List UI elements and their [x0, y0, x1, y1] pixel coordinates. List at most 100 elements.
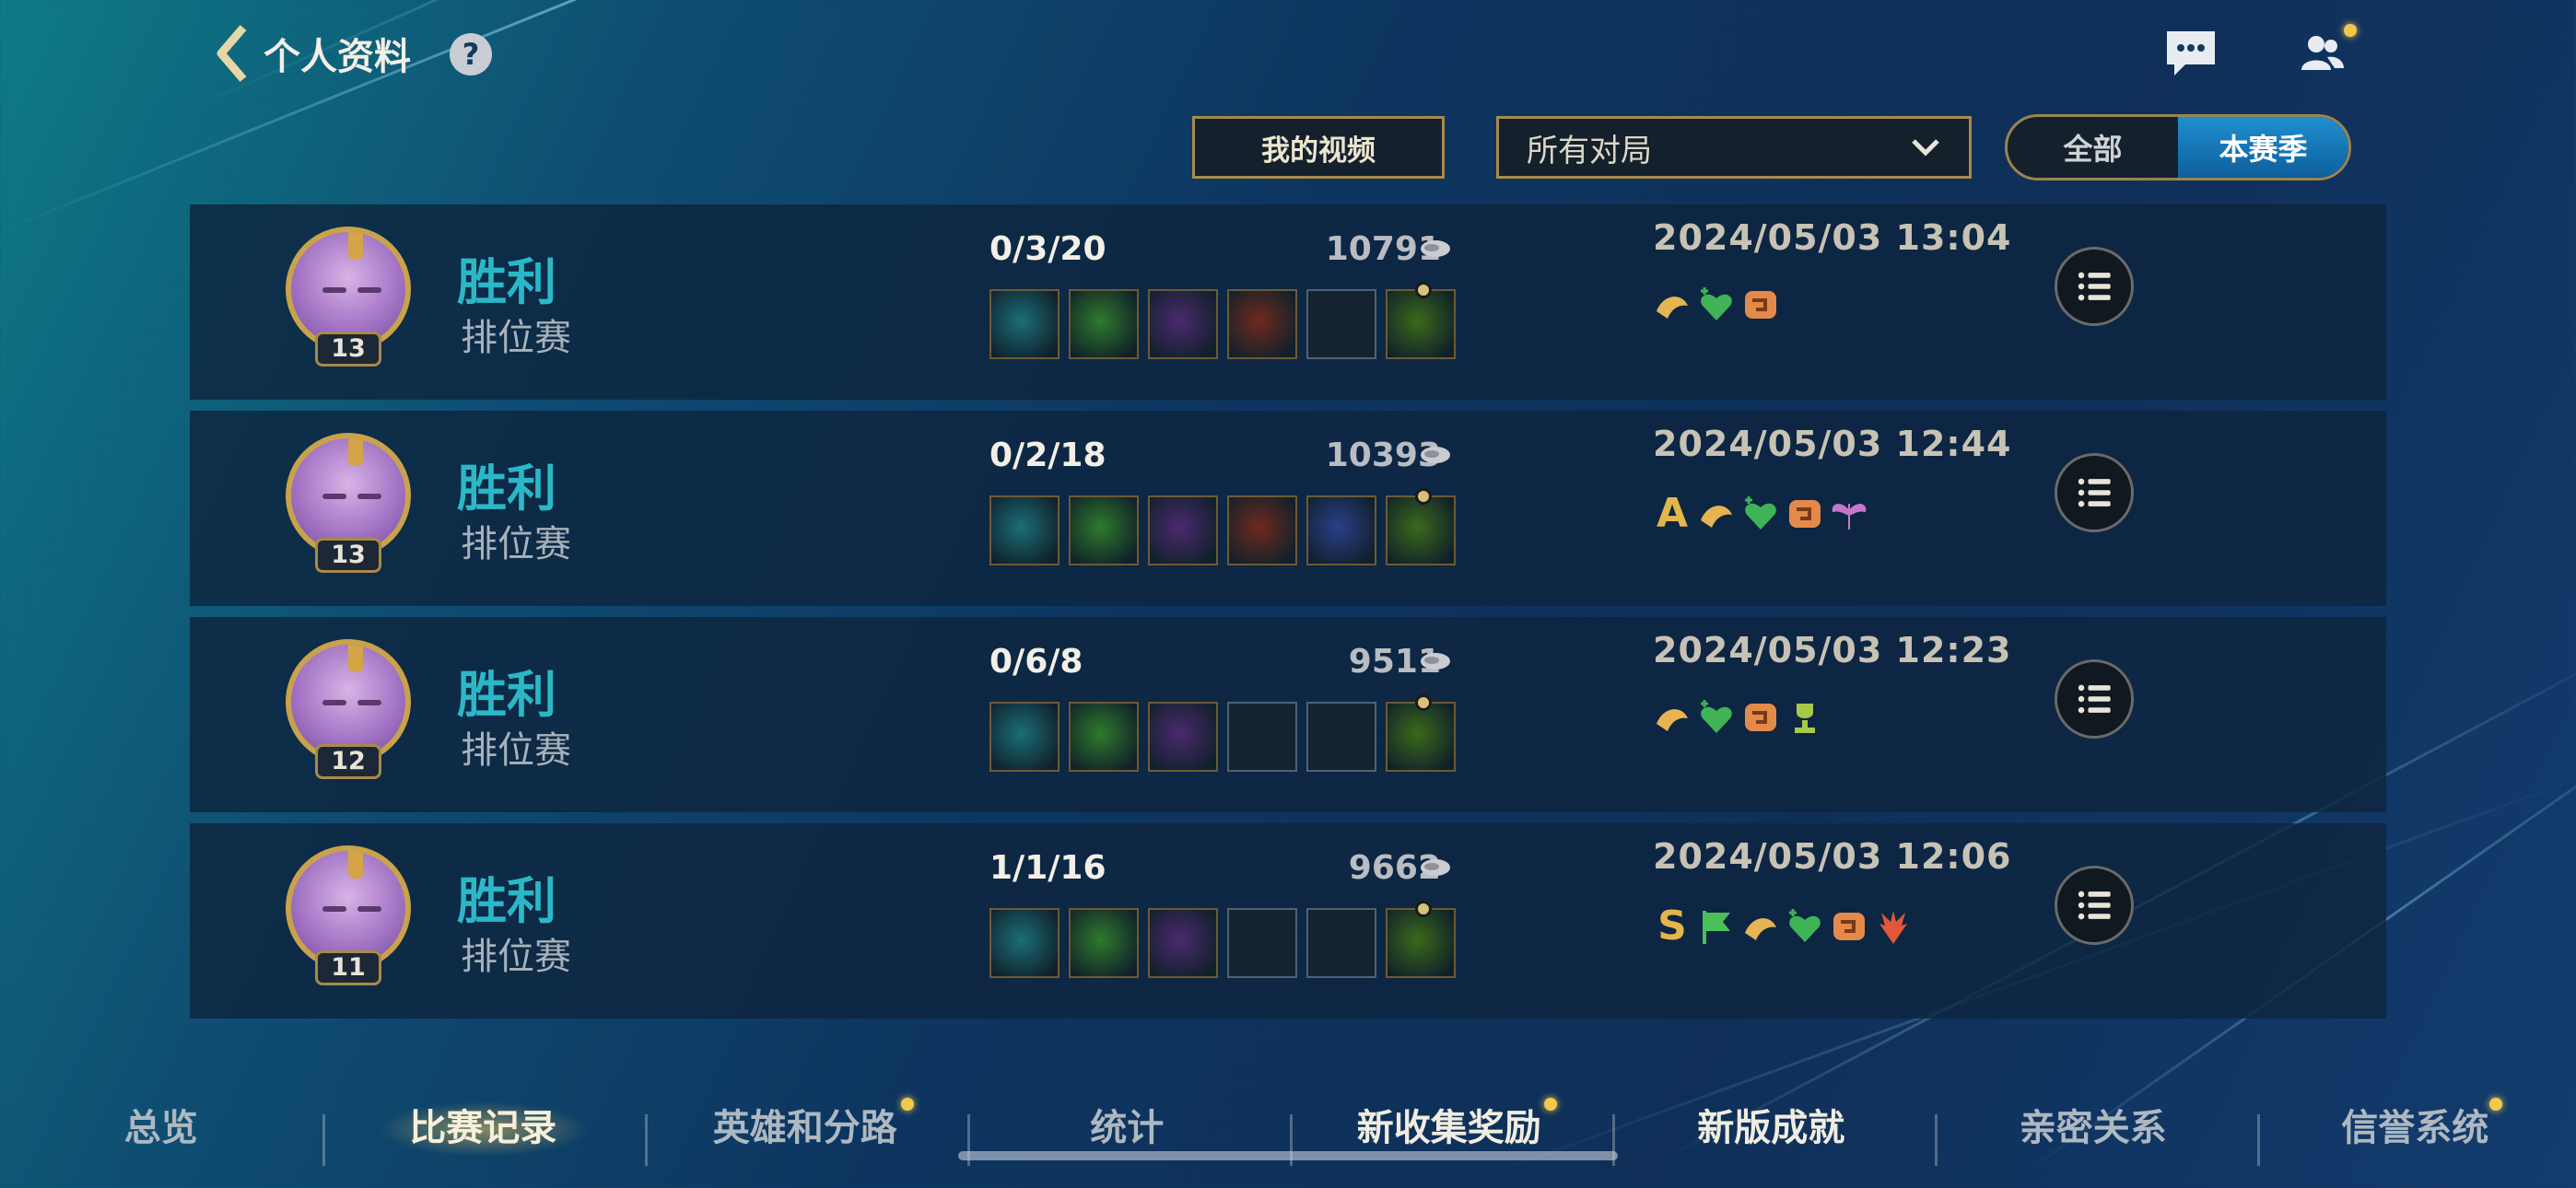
- match-mode: 排位赛: [461, 729, 571, 772]
- bloom-rune-icon: [1657, 297, 1688, 319]
- heart-rune-icon: [1701, 287, 1732, 320]
- back-button[interactable]: 个人资料: [214, 24, 411, 83]
- match-row[interactable]: 12 胜利 排位赛 0/6/8 9511 2024/05/03 12:23: [190, 617, 2386, 812]
- orange-rune-icon: [1745, 704, 1776, 731]
- item-build: [989, 488, 1456, 565]
- item-slot[interactable]: [1386, 488, 1456, 565]
- item-slot[interactable]: [1148, 289, 1218, 359]
- orange-rune-icon: [1789, 499, 1821, 528]
- list-icon: [2078, 478, 2111, 507]
- trophy-rune-icon: [1795, 704, 1815, 733]
- match-type-select[interactable]: 所有对局: [1496, 116, 1972, 179]
- list-icon: [2078, 272, 2111, 301]
- tab-honor[interactable]: 信誉系统: [2254, 1083, 2576, 1166]
- champion-level-badge: 13: [315, 332, 381, 367]
- item-slot[interactable]: [1306, 495, 1376, 565]
- item-build: [989, 694, 1456, 772]
- list-icon: [2078, 891, 2111, 920]
- toggle-all[interactable]: 全部: [2008, 117, 2178, 178]
- bloom-rune-icon: [1701, 505, 1732, 528]
- item-slot[interactable]: [1069, 495, 1139, 565]
- empty-item-slot[interactable]: [1306, 908, 1376, 978]
- back-chevron-icon: [217, 25, 247, 82]
- rune-badges: [1651, 696, 1826, 739]
- kda: 1/1/16: [989, 849, 1107, 887]
- match-result: 胜利: [457, 872, 556, 930]
- help-icon[interactable]: ?: [450, 33, 492, 76]
- item-slot[interactable]: [1227, 495, 1297, 565]
- demon-rune-icon: [1879, 910, 1907, 944]
- match-details-button[interactable]: [2055, 453, 2134, 532]
- heart-rune-icon: [1701, 700, 1732, 733]
- tab-match-history[interactable]: 比赛记录: [322, 1083, 645, 1166]
- list-icon: [2078, 684, 2111, 714]
- item-build: [989, 901, 1456, 978]
- kda: 0/6/8: [989, 643, 1083, 681]
- empty-item-slot[interactable]: [1306, 702, 1376, 772]
- tab-heroes-notification-dot: [901, 1098, 914, 1111]
- item-slot[interactable]: [989, 908, 1060, 978]
- champion-level-badge: 12: [315, 744, 381, 779]
- empty-item-slot[interactable]: [1227, 702, 1297, 772]
- item-slot[interactable]: [1386, 694, 1456, 772]
- nav-tab-label: 新收集奖励: [1356, 1107, 1541, 1149]
- page-title: 个人资料: [263, 36, 411, 78]
- my-videos-button[interactable]: 我的视频: [1192, 116, 1445, 179]
- rune-badges: S: [1651, 903, 1914, 949]
- match-row[interactable]: 13 胜利 排位赛 0/3/20 10791 2024/05/03 13:04: [190, 204, 2386, 400]
- chat-icon[interactable]: [2163, 28, 2219, 79]
- match-details-button[interactable]: [2055, 866, 2134, 945]
- nav-tab-label: 新版成就: [1697, 1107, 1845, 1149]
- item-build: [989, 282, 1456, 359]
- item-slot[interactable]: [1069, 289, 1139, 359]
- tab-rewards-notification-dot: [1544, 1098, 1557, 1111]
- nav-tab-label: 统计: [1090, 1107, 1165, 1149]
- nav-scrollbar[interactable]: [958, 1151, 1618, 1160]
- gold-coin-icon: [1421, 240, 1450, 257]
- item-slot[interactable]: [1148, 495, 1218, 565]
- match-type-value: 所有对局: [1527, 132, 1652, 169]
- item-slot[interactable]: [989, 702, 1060, 772]
- item-slot[interactable]: [1386, 282, 1456, 359]
- match-result: 胜利: [457, 460, 556, 518]
- gold-coin-icon: [1421, 859, 1450, 876]
- tab-honor-notification-dot: [2489, 1098, 2502, 1111]
- match-row[interactable]: 11 胜利 排位赛 1/1/16 9662 2024/05/03 12:06 S: [190, 823, 2386, 1019]
- heart-rune-icon: [1745, 495, 1776, 530]
- friends-icon[interactable]: [2294, 28, 2349, 79]
- gold-earned: 10791: [1325, 230, 1441, 268]
- item-slot[interactable]: [1069, 702, 1139, 772]
- gold-coin-icon: [1421, 447, 1450, 463]
- tab-heroes[interactable]: 英雄和分路: [644, 1083, 966, 1166]
- item-slot[interactable]: [1148, 908, 1218, 978]
- tab-relations[interactable]: 亲密关系: [1932, 1083, 2254, 1166]
- empty-item-slot[interactable]: [1227, 908, 1297, 978]
- rune-badges: [1651, 284, 1782, 326]
- orange-rune-icon: [1833, 912, 1865, 940]
- toggle-season[interactable]: 本赛季: [2178, 117, 2348, 178]
- flag-rune-icon: [1703, 910, 1730, 944]
- match-result: 胜利: [457, 666, 556, 724]
- item-slot[interactable]: [989, 495, 1060, 565]
- rune-badges: A: [1651, 490, 1870, 537]
- kda: 0/2/18: [989, 437, 1107, 474]
- bloom-rune-icon: [1745, 917, 1776, 940]
- tab-overview[interactable]: 总览: [0, 1083, 322, 1166]
- item-slot[interactable]: [1069, 908, 1139, 978]
- tab-achievements[interactable]: 新版成就: [1610, 1083, 1933, 1166]
- nav-tab-label: 总览: [123, 1107, 198, 1149]
- nav-tab-label: 亲密关系: [2019, 1107, 2167, 1149]
- item-slot[interactable]: [1227, 289, 1297, 359]
- champion-level-badge: 13: [315, 538, 381, 573]
- match-date: 2024/05/03 12:06: [1653, 836, 2012, 877]
- item-slot[interactable]: [989, 289, 1060, 359]
- item-slot[interactable]: [1148, 702, 1218, 772]
- item-slot[interactable]: [1386, 901, 1456, 978]
- match-mode: 排位赛: [461, 936, 571, 978]
- empty-item-slot[interactable]: [1306, 289, 1376, 359]
- match-details-button[interactable]: [2055, 247, 2134, 326]
- gold-earned: 9511: [1348, 643, 1441, 681]
- season-toggle[interactable]: 全部 本赛季: [2005, 114, 2351, 181]
- match-details-button[interactable]: [2055, 659, 2134, 739]
- match-row[interactable]: 13 胜利 排位赛 0/2/18 10393 2024/05/03 12:44 …: [190, 411, 2386, 606]
